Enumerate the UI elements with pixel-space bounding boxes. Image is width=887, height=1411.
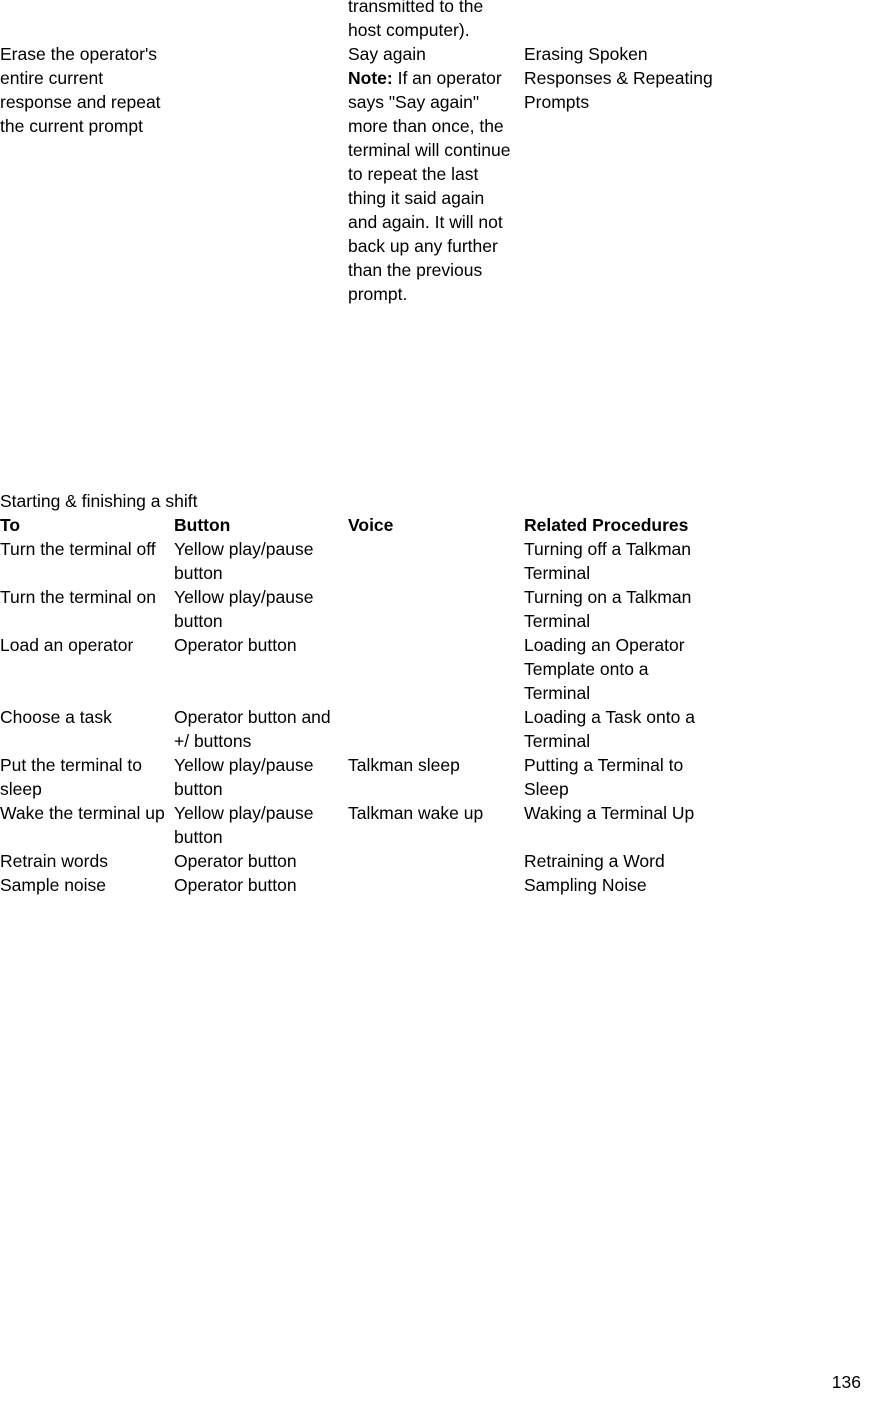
- cell-to: Put the terminal to sleep: [0, 755, 143, 799]
- cell-to: Erase the operator's entire current resp…: [0, 44, 161, 136]
- cell-button: Operator button: [174, 635, 297, 655]
- column-header-to: To: [0, 515, 21, 535]
- cell-related: Putting a Terminal to Sleep: [524, 755, 684, 799]
- cell-voice: Talkman sleep: [348, 755, 460, 775]
- table-row: Choose a task Operator button and +/ but…: [0, 705, 720, 753]
- table-row: Wake the terminal up Yellow play/pause b…: [0, 801, 720, 849]
- cell-button: Operator button and +/ buttons: [174, 707, 331, 751]
- continued-quick-reference-table: transmitted to the host computer). Erase…: [0, 0, 720, 306]
- document-page: transmitted to the host computer). Erase…: [0, 0, 887, 1411]
- cell-button: [174, 0, 348, 42]
- cell-to: Choose a task: [0, 707, 112, 727]
- cell-button: Yellow play/pause button: [174, 803, 314, 847]
- voice-command-text: Say again: [348, 44, 426, 64]
- cell-voice: transmitted to the host computer).: [348, 0, 484, 40]
- cell-related: Turning on a Talkman Terminal: [524, 587, 692, 631]
- cell-voice: [348, 849, 524, 873]
- cell-related: Erasing Spoken Responses & Repeating Pro…: [524, 44, 713, 112]
- cell-to: Retrain words: [0, 851, 108, 871]
- table-row: Sample noise Operator button Sampling No…: [0, 873, 720, 897]
- column-header-voice: Voice: [348, 515, 394, 535]
- section-heading-starting-finishing-shift: Starting & finishing a shift: [0, 491, 198, 511]
- column-header-button: Button: [174, 515, 231, 535]
- cell-related: Sampling Noise: [524, 875, 647, 895]
- cell-to: Load an operator: [0, 635, 134, 655]
- cell-button: Yellow play/pause button: [174, 539, 314, 583]
- cell-voice: [348, 705, 524, 753]
- table-header-row: To Button Voice Related Procedures: [0, 513, 720, 537]
- cell-voice: [348, 537, 524, 585]
- note-label: Note:: [348, 68, 393, 88]
- column-header-related-procedures: Related Procedures: [524, 515, 689, 535]
- table-row: transmitted to the host computer).: [0, 0, 720, 42]
- cell-related: Retraining a Word: [524, 851, 665, 871]
- table-row: Turn the terminal off Yellow play/pause …: [0, 537, 720, 585]
- cell-to: [0, 0, 174, 42]
- cell-related: Turning off a Talkman Terminal: [524, 539, 691, 583]
- cell-voice: [348, 873, 524, 897]
- table-row: Retrain words Operator button Retraining…: [0, 849, 720, 873]
- cell-voice: Talkman wake up: [348, 803, 484, 823]
- cell-to: Turn the terminal on: [0, 587, 156, 607]
- note-text: If an operator says "Say again" more tha…: [348, 68, 511, 304]
- cell-voice: [348, 633, 524, 705]
- cell-related: Loading an Operator Template onto a Term…: [524, 635, 685, 703]
- cell-related: [524, 0, 720, 42]
- cell-to: Turn the terminal off: [0, 539, 156, 559]
- cell-voice: [348, 585, 524, 633]
- table-row: Turn the terminal on Yellow play/pause b…: [0, 585, 720, 633]
- cell-button: Operator button: [174, 875, 297, 895]
- table-row: Erase the operator's entire current resp…: [0, 42, 720, 306]
- cell-button: Yellow play/pause button: [174, 755, 314, 799]
- cell-voice: Say again Note: If an operator says "Say …: [348, 42, 524, 306]
- cell-button: [174, 42, 348, 306]
- cell-related: Loading a Task onto a Terminal: [524, 707, 695, 751]
- table-row: Put the terminal to sleep Yellow play/pa…: [0, 753, 720, 801]
- starting-finishing-shift-table: To Button Voice Related Procedures Turn …: [0, 513, 720, 897]
- cell-to: Sample noise: [0, 875, 107, 895]
- page-number: 136: [831, 1372, 861, 1392]
- cell-button: Operator button: [174, 851, 297, 871]
- cell-button: Yellow play/pause button: [174, 587, 314, 631]
- cell-related: Waking a Terminal Up: [524, 803, 695, 823]
- table-row: Load an operator Operator button Loading…: [0, 633, 720, 705]
- cell-to: Wake the terminal up: [0, 803, 165, 823]
